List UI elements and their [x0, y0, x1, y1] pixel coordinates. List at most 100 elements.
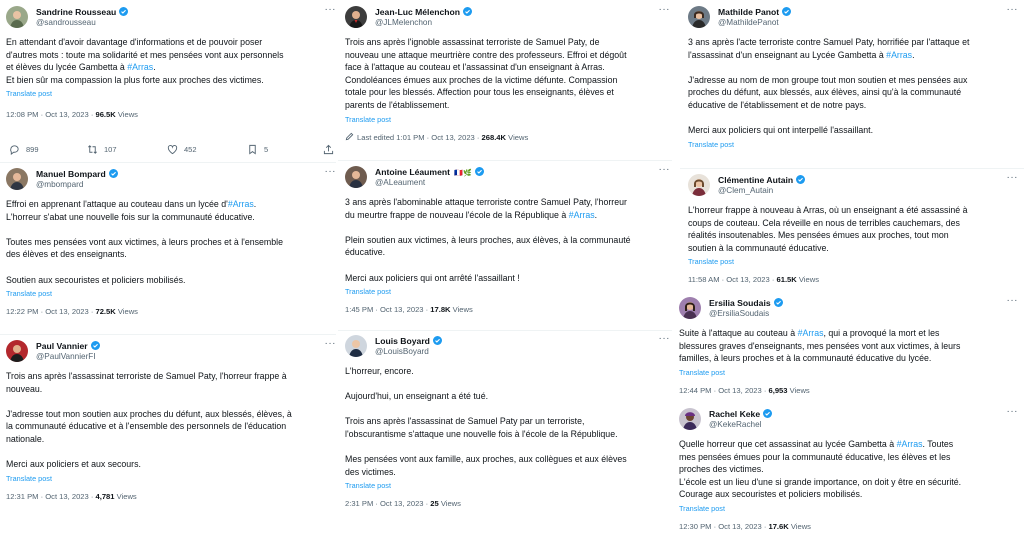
bookmark-button[interactable]: 5: [247, 144, 268, 155]
share-icon: [323, 144, 334, 155]
author-handle[interactable]: @LouisBoyard: [375, 347, 429, 356]
tweet-text: 3 ans après l'acte terroriste contre Sam…: [688, 37, 970, 136]
tweet-meta: 2:31 PM · Oct 13, 2023 · 25 Views: [345, 499, 461, 509]
verified-badge-icon: [474, 167, 484, 176]
verified-badge-icon: [463, 7, 472, 16]
author-handle[interactable]: @PaulVannierFI: [36, 352, 96, 361]
tweet-text: L'horreur, encore. Aujourd'hui, un ensei…: [345, 366, 627, 477]
translate-link[interactable]: Translate post: [688, 257, 1018, 266]
author-name[interactable]: Paul Vannier: [36, 341, 100, 351]
author-name[interactable]: Ersilia Soudais: [709, 298, 783, 308]
author-name[interactable]: Manuel Bompard: [36, 169, 118, 179]
like-icon: [167, 145, 178, 155]
author-handle[interactable]: @mbompard: [36, 180, 83, 189]
retweet-button[interactable]: 107: [87, 144, 117, 155]
avatar[interactable]: [6, 340, 28, 362]
divider: [680, 168, 1024, 169]
tweet-bompard[interactable]: Manuel Bompard @mbompard ··· Effroi en a…: [6, 166, 337, 317]
tweet-rousseau[interactable]: Sandrine Rousseau @sandrousseau ··· En a…: [6, 4, 337, 155]
author-name[interactable]: Jean-Luc Mélenchon: [375, 7, 472, 17]
more-icon[interactable]: ···: [1007, 172, 1019, 183]
avatar[interactable]: [688, 174, 710, 196]
tweet-soudais[interactable]: Ersilia Soudais @ErsiliaSoudais ··· Suit…: [679, 295, 1019, 395]
avatar[interactable]: [345, 6, 367, 28]
action-bar: 899 107 452 5: [9, 144, 336, 158]
avatar[interactable]: [6, 168, 28, 190]
more-icon[interactable]: ···: [325, 166, 337, 177]
tweet-meta: 1:45 PM · Oct 13, 2023 · 17.8K Views: [345, 305, 473, 315]
pencil-icon: [345, 132, 354, 140]
translate-link[interactable]: Translate post: [345, 481, 670, 490]
tweet-meta: 11:58 AM · Oct 13, 2023 · 61.5K Views: [688, 275, 819, 285]
verified-badge-icon: [432, 336, 442, 345]
author-handle[interactable]: @Clem_Autain: [718, 186, 773, 195]
translate-link[interactable]: Translate post: [6, 289, 336, 298]
tweet-autain[interactable]: Clémentine Autain @Clem_Autain ··· L'hor…: [688, 172, 1019, 285]
author-name[interactable]: Sandrine Rousseau: [36, 7, 129, 17]
more-icon[interactable]: ···: [659, 333, 671, 344]
verified-badge-icon: [796, 175, 806, 184]
tweet-vannier[interactable]: Paul Vannier @PaulVannierFI ··· Trois an…: [6, 338, 337, 501]
translate-link[interactable]: Translate post: [345, 115, 670, 124]
avatar[interactable]: [679, 297, 701, 319]
hashtag-link[interactable]: #Arras: [897, 439, 923, 449]
hashtag-link[interactable]: #Arras: [798, 328, 824, 338]
tweet-boyard[interactable]: Louis Boyard @LouisBoyard ··· L'horreur,…: [345, 333, 671, 509]
translate-link[interactable]: Translate post: [6, 89, 336, 98]
author-handle[interactable]: @sandrousseau: [36, 18, 96, 27]
tweet-melenchon[interactable]: Jean-Luc Mélenchon @JLMelenchon ··· Troi…: [345, 4, 671, 142]
avatar[interactable]: [6, 6, 28, 28]
author-handle[interactable]: @KekeRachel: [709, 420, 761, 429]
translate-link[interactable]: Translate post: [679, 368, 1018, 377]
translate-link[interactable]: Translate post: [345, 287, 670, 296]
flag-emoji: 🇫🇷🌿: [454, 170, 472, 177]
more-icon[interactable]: ···: [1007, 295, 1019, 306]
more-icon[interactable]: ···: [659, 4, 671, 15]
reply-icon: [10, 145, 19, 155]
author-handle[interactable]: @JLMelenchon: [375, 18, 432, 27]
avatar[interactable]: [679, 408, 701, 430]
divider: [338, 330, 672, 331]
divider: [0, 162, 336, 163]
divider: [0, 334, 336, 335]
translate-link[interactable]: Translate post: [6, 474, 336, 483]
bookmark-icon: [249, 144, 256, 155]
hashtag-link[interactable]: #Arras: [886, 50, 912, 60]
retweet-icon: [88, 145, 97, 154]
hashtag-link[interactable]: #Arras: [569, 210, 595, 220]
like-button[interactable]: 452: [167, 144, 197, 155]
author-name[interactable]: Louis Boyard: [375, 336, 442, 346]
tweet-meta: 12:31 PM · Oct 13, 2023 · 4,781 Views: [6, 491, 137, 501]
tweet-text: Quelle horreur que cet assassinat au lyc…: [679, 439, 962, 500]
author-name[interactable]: Clémentine Autain: [718, 175, 806, 185]
more-icon[interactable]: ···: [659, 164, 671, 175]
translate-link[interactable]: Translate post: [688, 140, 1018, 149]
author-name[interactable]: Mathilde Panot: [718, 7, 792, 17]
tweet-text: 3 ans après l'abominable attaque terrori…: [345, 197, 631, 283]
tweet-meta: 12:30 PM · Oct 13, 2023 · 17.6K Views: [679, 521, 811, 531]
more-icon[interactable]: ···: [1007, 406, 1019, 417]
reply-button[interactable]: 899: [9, 144, 39, 155]
avatar[interactable]: [345, 335, 367, 357]
hashtag-link[interactable]: #Arras: [228, 199, 254, 209]
verified-badge-icon: [763, 409, 773, 418]
tweet-leaument[interactable]: Antoine Léaument 🇫🇷🌿 @ALeaument ··· 3 an…: [345, 164, 671, 315]
hashtag-link[interactable]: #Arras: [127, 62, 153, 72]
verified-badge-icon: [782, 7, 792, 16]
verified-badge-icon: [90, 341, 100, 350]
share-button[interactable]: [323, 144, 334, 155]
tweet-keke[interactable]: Rachel Keke @KekeRachel ··· Quelle horre…: [679, 406, 1019, 531]
author-handle[interactable]: @MathildePanot: [718, 18, 779, 27]
translate-link[interactable]: Translate post: [679, 504, 1018, 513]
author-handle[interactable]: @ALeaument: [375, 178, 425, 187]
author-name[interactable]: Antoine Léaument 🇫🇷🌿: [375, 167, 484, 177]
verified-badge-icon: [773, 298, 783, 307]
avatar[interactable]: [345, 166, 367, 188]
more-icon[interactable]: ···: [325, 338, 337, 349]
more-icon[interactable]: ···: [325, 4, 337, 15]
more-icon[interactable]: ···: [1007, 4, 1019, 15]
tweet-panot[interactable]: Mathilde Panot @MathildePanot ··· 3 ans …: [688, 4, 1019, 149]
author-name[interactable]: Rachel Keke: [709, 409, 773, 419]
avatar[interactable]: [688, 6, 710, 28]
author-handle[interactable]: @ErsiliaSoudais: [709, 309, 769, 318]
